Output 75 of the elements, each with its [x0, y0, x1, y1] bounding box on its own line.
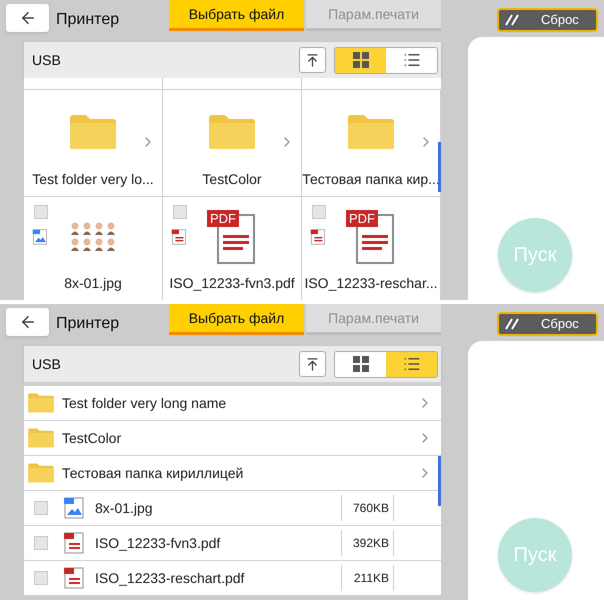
file-name: ISO_12233-fvn3.pdf — [95, 534, 222, 553]
folder-name: TestColor — [202, 170, 262, 189]
checkbox[interactable] — [312, 205, 326, 219]
folder-icon — [209, 114, 255, 150]
tab[interactable]: Выбрать файл — [169, 0, 304, 31]
folder-name: Тестовая папка кир... — [302, 170, 440, 189]
file-row[interactable]: ISO_12233-reschart.pdf 211KB — [24, 561, 441, 595]
scrollbar[interactable] — [438, 142, 441, 192]
pdf-badge: PDF — [346, 210, 378, 227]
file-size: 392KB — [352, 535, 389, 552]
pdf-file-icon — [63, 532, 85, 554]
image-file-icon — [32, 229, 48, 245]
folder-name: Тестовая папка кириллицей — [62, 464, 244, 483]
location-path: USB — [32, 50, 62, 70]
checkbox[interactable] — [34, 571, 48, 585]
screen-title: Принтер — [56, 314, 120, 334]
file-row[interactable]: 8x-01.jpg 760KB — [24, 491, 441, 525]
view-toggle[interactable] — [334, 46, 438, 74]
pdf-badge: PDF — [207, 210, 239, 227]
folder-tile[interactable]: TestColor — [163, 90, 302, 197]
arrow-up-to-line-icon — [305, 52, 320, 68]
checkbox[interactable] — [34, 205, 48, 219]
view-toggle-button[interactable] — [386, 48, 437, 72]
file-tile[interactable]: PDF ISO_12233-reschar... — [302, 197, 441, 300]
grid-view-icon — [352, 52, 368, 68]
view-toggle-button[interactable] — [335, 48, 386, 72]
folder-row[interactable]: Тестовая папка кириллицей — [24, 456, 441, 490]
folder-name: Test folder very long name — [62, 394, 226, 413]
double-slash-icon — [505, 318, 519, 330]
image-file-icon — [63, 497, 85, 519]
tab[interactable]: Выбрать файл — [169, 304, 304, 335]
file-name: ISO_12233-reschart.pdf — [95, 568, 246, 588]
arrow-up-to-line-icon — [305, 356, 320, 372]
screen-title: Принтер — [56, 10, 120, 30]
folder-tile[interactable]: Test folder very lo... — [24, 90, 163, 197]
pdf-file-icon — [171, 229, 187, 245]
view-toggle[interactable] — [334, 350, 438, 378]
folder-icon — [28, 428, 54, 448]
folder-icon — [28, 463, 54, 483]
pdf-file-icon — [310, 229, 326, 245]
folder-icon — [70, 114, 116, 150]
folder-name: Test folder very lo... — [32, 170, 154, 189]
file-size: 211KB — [352, 570, 389, 587]
folder-row[interactable]: Test folder very long name — [24, 386, 441, 420]
reset-button[interactable]: Сброс — [497, 8, 598, 32]
view-toggle-button[interactable] — [386, 352, 437, 376]
back-button[interactable] — [6, 4, 49, 32]
file-name: ISO_12233-fvn3.pdf — [169, 274, 295, 293]
grid-view-icon — [352, 356, 368, 372]
file-name: 8x-01.jpg — [95, 498, 154, 518]
file-row[interactable]: ISO_12233-fvn3.pdf 392KB — [24, 526, 441, 560]
folder-icon — [348, 114, 394, 150]
folder-row[interactable]: TestColor — [24, 421, 441, 455]
checkbox[interactable] — [173, 205, 187, 219]
go-to-top-button[interactable] — [299, 47, 326, 73]
pdf-file-icon — [63, 567, 85, 589]
file-name: ISO_12233-reschar... — [304, 274, 438, 293]
checkbox[interactable] — [34, 501, 48, 515]
list-view-icon — [402, 355, 420, 373]
file-tile[interactable]: 8x-01.jpg — [24, 197, 163, 300]
go-to-top-button[interactable] — [299, 351, 326, 377]
file-name: 8x-01.jpg — [64, 274, 122, 293]
folder-tile[interactable]: Тестовая папка кир... — [302, 90, 441, 197]
folder-name: TestColor — [62, 428, 122, 448]
file-size: 760KB — [352, 500, 389, 517]
back-button[interactable] — [6, 308, 49, 336]
folder-icon — [28, 393, 54, 413]
view-toggle-button[interactable] — [335, 352, 386, 376]
checkbox[interactable] — [34, 536, 48, 550]
reset-button[interactable]: Сброс — [497, 312, 598, 336]
scrollbar[interactable] — [438, 456, 441, 506]
file-tile[interactable]: PDF ISO_12233-fvn3.pdf — [163, 197, 302, 300]
list-view-icon — [402, 51, 420, 69]
double-slash-icon — [505, 14, 519, 26]
location-path: USB — [32, 354, 62, 374]
